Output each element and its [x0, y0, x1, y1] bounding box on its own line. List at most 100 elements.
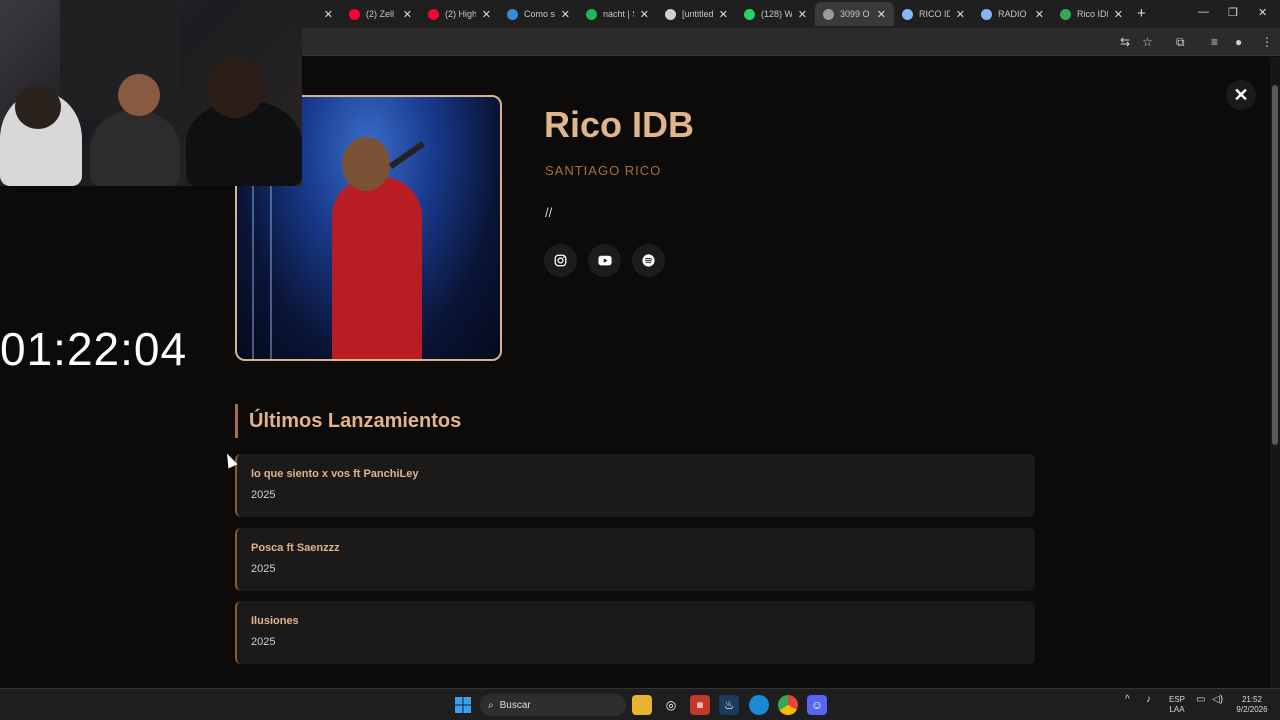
tab-favicon-icon [507, 8, 518, 20]
network-icon[interactable]: ▭ [1196, 695, 1205, 705]
tab-title: 3099 O [840, 9, 870, 19]
close-modal-button[interactable]: ✕ [1226, 80, 1256, 110]
tab-title: [untitled] [682, 9, 713, 19]
release-title: Posca ft Saenzzz [251, 542, 340, 554]
media-control-icon[interactable]: ≡ [1211, 35, 1218, 49]
bookmark-star-icon[interactable]: ☆ [1142, 35, 1153, 49]
browser-tab[interactable]: (2) High ✕ [420, 2, 499, 26]
app-news-icon[interactable]: ▦ [690, 695, 710, 715]
tab-favicon-icon [1060, 8, 1071, 20]
webcam-person-left-head [15, 85, 61, 129]
tab-close-icon[interactable]: ✕ [877, 8, 886, 21]
tab-title: RADIO D [998, 9, 1029, 19]
obs-icon[interactable]: ◎ [661, 695, 681, 715]
close-window-button[interactable]: ✕ [1258, 6, 1267, 19]
tab-close-icon[interactable]: ✕ [561, 8, 570, 21]
file-explorer-icon[interactable] [632, 695, 652, 715]
browser-tab[interactable]: Como s ✕ [499, 2, 578, 26]
extensions-icon[interactable]: ⧉ [1176, 35, 1185, 50]
language-code: ESP [1168, 695, 1185, 704]
tab-favicon-icon [902, 8, 913, 20]
artist-name: Rico IDB [544, 104, 695, 145]
tab-favicon-icon [665, 8, 676, 20]
clock-date: 9/2/2026 [1236, 705, 1268, 714]
tab-title: nacht | S [603, 9, 634, 19]
release-card[interactable]: lo que siento x vos ft PanchiLey 2025 [235, 454, 1035, 517]
edge-icon[interactable] [749, 695, 769, 715]
tab-close-icon[interactable]: ✕ [640, 8, 649, 21]
tab-title: Como s [524, 9, 555, 19]
browser-tab[interactable]: 3099 O ✕ [815, 2, 894, 26]
page-scrollbar[interactable] [1270, 57, 1280, 688]
microphone [388, 141, 426, 169]
webcam-overlay [0, 0, 302, 186]
steam-icon[interactable]: ♨ [719, 695, 739, 715]
taskbar-search-label: Buscar [499, 699, 531, 711]
performer-body [332, 177, 422, 359]
spotify-icon [642, 254, 655, 267]
tab-close-icon[interactable]: ✕ [1035, 8, 1044, 21]
tab-title: (128) W [761, 9, 792, 19]
browser-tab[interactable]: Rico IDI ✕ [1052, 2, 1131, 26]
scrollbar-thumb[interactable] [1272, 85, 1278, 445]
webcam-person-center [90, 110, 180, 186]
spotify-link[interactable] [632, 244, 665, 277]
tab-close-icon[interactable]: ✕ [719, 8, 728, 21]
webcam-person-center-head [118, 74, 160, 116]
browser-tab[interactable]: RICO ID ✕ [894, 2, 973, 26]
artist-real-name: SANTIAGO RICO [545, 163, 662, 178]
browser-menu-icon[interactable]: ⋮ [1261, 35, 1273, 49]
release-title: Ilusiones [251, 615, 299, 627]
clock[interactable]: 21:52 9/2/2026 [1230, 695, 1274, 715]
tab-title: (2) Zell [366, 9, 395, 19]
stream-timer: 01:22:04 [0, 323, 188, 375]
youtube-link[interactable] [588, 244, 621, 277]
tab-close-icon[interactable]: ✕ [482, 8, 491, 21]
new-tab-button[interactable]: + [1137, 5, 1146, 22]
windows-start-icon[interactable] [453, 695, 473, 715]
release-year: 2025 [251, 489, 276, 501]
browser-tab[interactable]: nacht | S ✕ [578, 2, 657, 26]
language-indicator[interactable]: ESP LAA [1166, 695, 1188, 715]
tab-title: (2) High [445, 9, 476, 19]
tab-favicon-icon [428, 8, 439, 20]
release-year: 2025 [251, 636, 276, 648]
browser-tab[interactable]: (2) Zell ✕ [341, 2, 420, 26]
release-year: 2025 [251, 563, 276, 575]
browser-tab[interactable]: (128) W ✕ [736, 2, 815, 26]
tab-close-icon[interactable]: ✕ [403, 8, 412, 21]
tab-title: Rico IDI [1077, 9, 1108, 19]
browser-tab[interactable]: [untitled] ✕ [657, 2, 736, 26]
volume-icon[interactable]: ◁) [1212, 695, 1223, 705]
browser-tab[interactable]: RADIO D ✕ [973, 2, 1052, 26]
minimize-button[interactable]: — [1198, 6, 1209, 18]
tab-close-icon[interactable]: ✕ [956, 8, 965, 21]
artist-bio: // [545, 205, 553, 220]
webcam-person-right-head [206, 58, 264, 118]
taskbar-search[interactable]: ⌕ Buscar [480, 694, 626, 716]
tab-close-icon[interactable]: ✕ [798, 8, 807, 21]
clock-time: 21:52 [1241, 695, 1263, 704]
microphone-icon[interactable]: ♪ [1146, 695, 1151, 705]
instagram-icon [554, 254, 567, 267]
profile-icon[interactable]: ● [1235, 35, 1242, 49]
restore-button[interactable]: ❐ [1228, 6, 1238, 19]
tab-favicon-icon [823, 8, 834, 20]
tab-close-icon[interactable]: ✕ [324, 8, 333, 21]
tab-favicon-icon [586, 8, 597, 20]
tray-overflow-icon[interactable]: ^ [1125, 695, 1130, 705]
discord-icon[interactable]: ☺ [807, 695, 827, 715]
windows-taskbar: ⌕ Buscar ◎ ▦ ♨ ☺ ^ ♪ ESP LAA ▭ ◁) 21:52 … [0, 688, 1280, 720]
performer-head [342, 137, 390, 191]
tab-favicon-icon [349, 8, 360, 20]
instagram-link[interactable] [544, 244, 577, 277]
translate-icon[interactable]: ⇆ [1120, 35, 1130, 49]
chrome-icon[interactable] [778, 695, 798, 715]
release-card[interactable]: Ilusiones 2025 [235, 601, 1035, 664]
release-card[interactable]: Posca ft Saenzzz 2025 [235, 528, 1035, 591]
keyboard-layout: LAA [1169, 705, 1185, 714]
tab-close-icon[interactable]: ✕ [1114, 8, 1123, 21]
search-icon: ⌕ [488, 699, 494, 711]
tab-title: RICO ID [919, 9, 950, 19]
latest-releases-heading: Últimos Lanzamientos [235, 404, 461, 438]
